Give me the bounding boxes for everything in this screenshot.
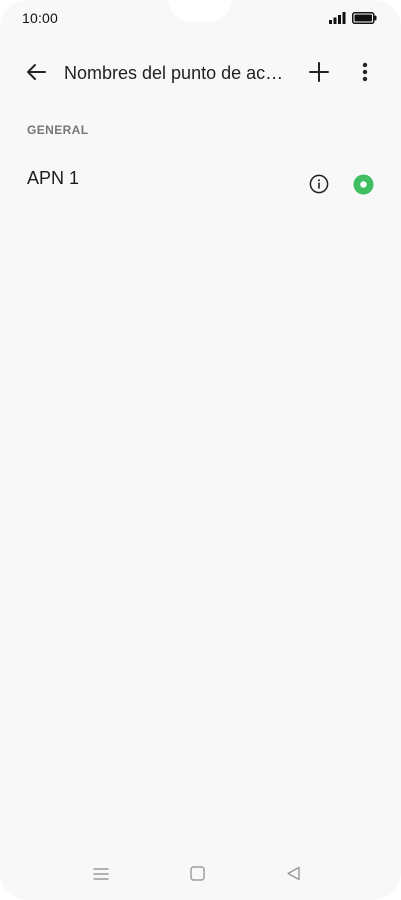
back-button[interactable] <box>22 60 50 88</box>
page-title: Nombres del punto de acceso <box>64 63 289 83</box>
phone-screen: 10:00 Nombres del punto de acceso GENERA… <box>0 0 401 900</box>
add-apn-button[interactable] <box>305 60 333 88</box>
status-bar: 10:00 <box>0 0 401 36</box>
info-icon <box>309 174 329 199</box>
signal-icon <box>329 11 346 29</box>
back-arrow-icon <box>24 60 48 89</box>
section-header-general: GENERAL <box>27 123 89 137</box>
back-nav-button[interactable] <box>281 866 305 886</box>
more-vert-icon <box>362 62 368 87</box>
app-bar: Nombres del punto de acceso <box>0 52 401 98</box>
status-icons <box>329 11 377 29</box>
radio-selected-icon <box>353 174 374 200</box>
apn-list-item[interactable]: APN 1 <box>0 156 401 218</box>
more-options-button[interactable] <box>351 60 379 88</box>
back-triangle-icon <box>286 866 301 886</box>
plus-icon <box>308 61 330 88</box>
apn-name: APN 1 <box>27 168 80 188</box>
apn-info-button[interactable] <box>308 174 330 199</box>
menu-icon <box>93 867 109 886</box>
home-square-icon <box>189 866 205 886</box>
system-nav-bar <box>0 858 401 894</box>
home-button[interactable] <box>185 866 209 886</box>
battery-icon <box>352 11 377 29</box>
apn-radio-button[interactable] <box>353 174 374 200</box>
recents-button[interactable] <box>89 866 113 886</box>
status-time: 10:00 <box>22 10 59 26</box>
